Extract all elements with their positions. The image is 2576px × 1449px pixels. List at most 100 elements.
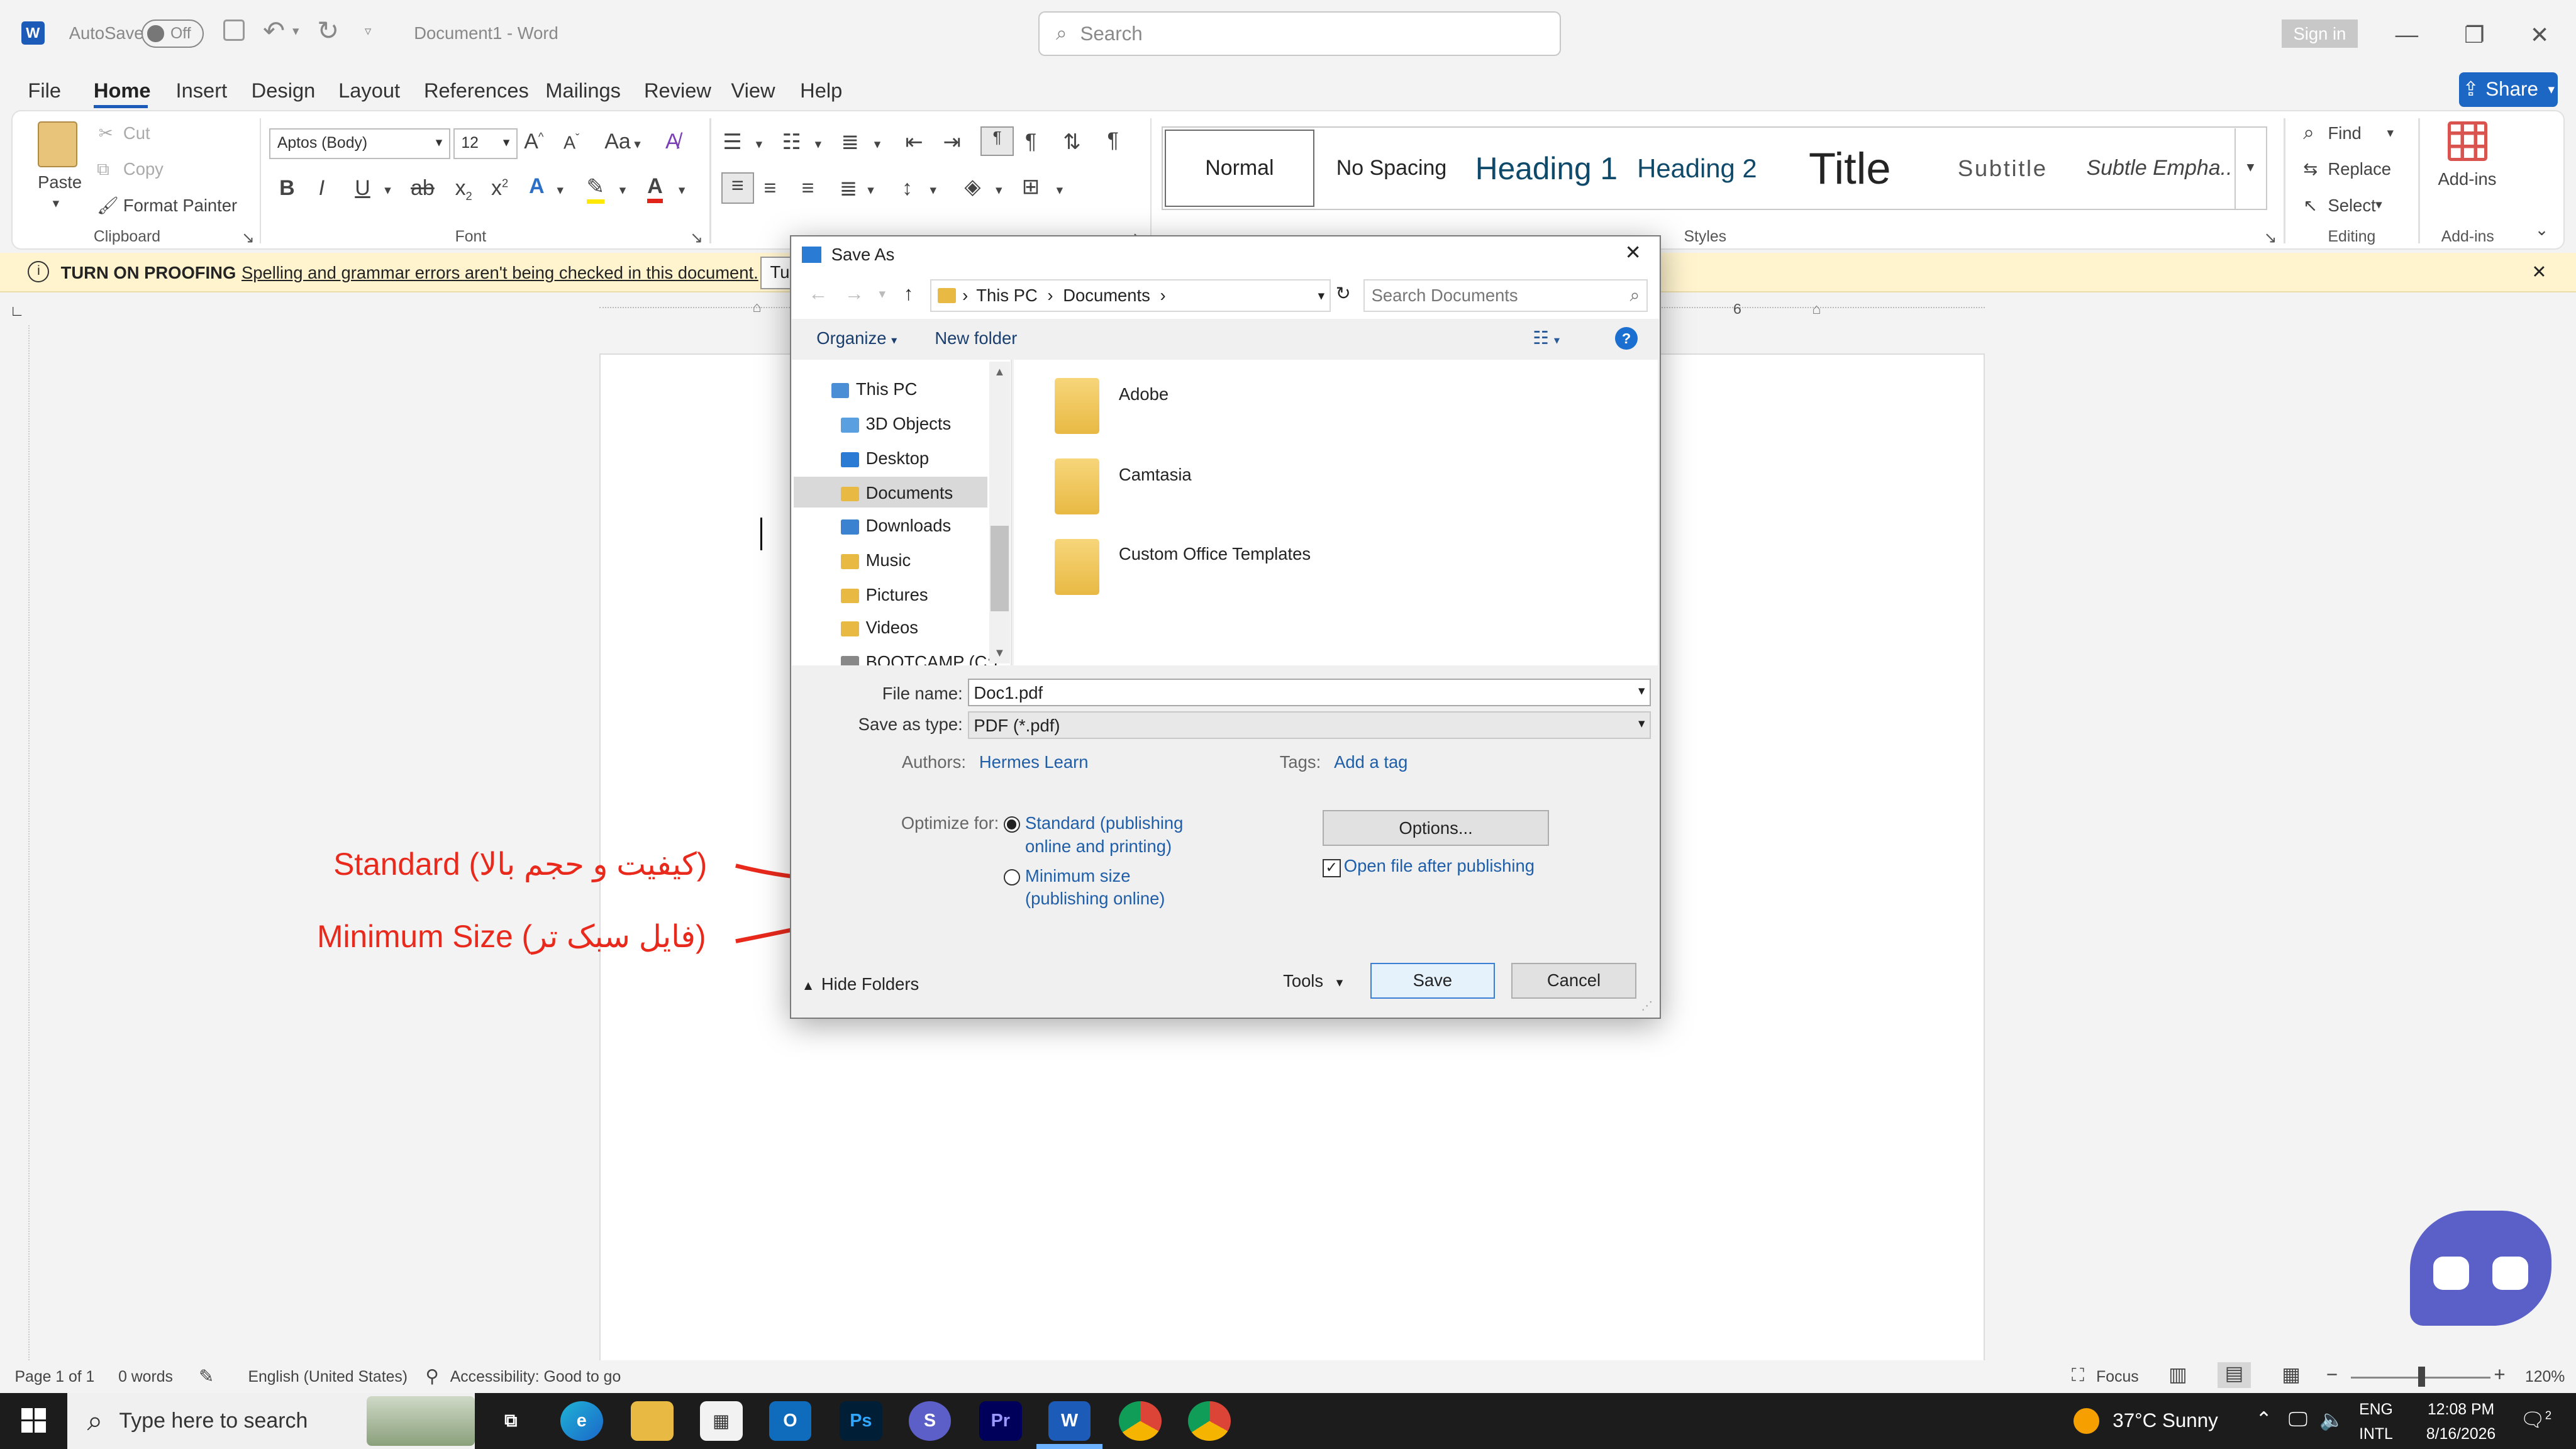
align-left-icon[interactable]: ≡ <box>721 172 754 204</box>
font-color-icon[interactable]: A <box>647 174 663 203</box>
add-ins-button[interactable]: Add-ins <box>2438 169 2497 189</box>
close-icon[interactable]: ✕ <box>2530 21 2550 48</box>
dialog-launcher-icon[interactable]: ↘ <box>242 228 255 247</box>
notification-icon[interactable]: 🗨2 <box>2520 1408 2551 1431</box>
file-item-custom-office-templates[interactable]: Custom Office Templates <box>1119 544 1311 564</box>
chevron-down-icon[interactable]: ▾ <box>557 182 564 198</box>
chevron-down-icon[interactable]: ▾ <box>867 182 874 198</box>
taskbar-search[interactable]: ⌕ Type here to search <box>67 1393 475 1449</box>
superscript-icon[interactable]: x2 <box>491 176 508 201</box>
collapse-ribbon-icon[interactable]: ⌄ <box>2535 220 2549 240</box>
tools-button[interactable]: Tools ▾ <box>1283 971 1343 991</box>
save-icon[interactable] <box>223 19 245 42</box>
photoshop-icon[interactable]: Ps <box>839 1401 882 1441</box>
redo-icon[interactable]: ↻ <box>317 15 339 46</box>
format-painter-icon[interactable]: 🖌 <box>97 196 119 216</box>
undo-dropdown-icon[interactable]: ▾ <box>292 23 299 39</box>
align-center-icon[interactable]: ≡ <box>764 176 777 201</box>
word-taskbar-icon[interactable]: W <box>1048 1401 1091 1441</box>
cut-button[interactable]: Cut <box>123 123 150 143</box>
replace-button[interactable]: Replace <box>2328 159 2391 179</box>
select-icon[interactable]: ↖ <box>2303 196 2318 216</box>
chevron-down-icon[interactable]: ▾ <box>1057 182 1063 198</box>
outlook-icon[interactable]: O <box>769 1401 812 1441</box>
open-after-checkbox[interactable]: ✓ <box>1322 859 1341 877</box>
chrome-icon[interactable] <box>1118 1401 1162 1441</box>
premiere-icon[interactable]: Pr <box>979 1401 1022 1441</box>
chevron-down-icon[interactable]: ▾ <box>634 136 640 152</box>
proofing-message-link[interactable]: Spelling and grammar errors aren't being… <box>242 263 758 283</box>
italic-icon[interactable]: I <box>319 176 325 201</box>
ruler-right-indent-marker[interactable]: ⌂ <box>1812 301 1821 318</box>
store-icon[interactable]: ▦ <box>699 1401 743 1441</box>
chevron-down-icon[interactable]: ▾ <box>930 182 936 198</box>
strikethrough-icon[interactable]: ab <box>411 176 435 201</box>
focus-button[interactable]: Focus <box>2096 1368 2139 1386</box>
open-after-label[interactable]: Open file after publishing <box>1344 856 1535 876</box>
tree-item-3d-objects[interactable]: 3D Objects <box>841 414 951 434</box>
autosave-toggle[interactable]: Off <box>141 19 204 48</box>
undo-icon[interactable]: ↶ <box>263 15 285 46</box>
borders-icon[interactable]: ⊞ <box>1022 174 1040 199</box>
style-no-spacing[interactable]: No Spacing <box>1318 130 1465 207</box>
refresh-icon[interactable]: ↻ <box>1336 282 1351 304</box>
tree-item-bootcamp[interactable]: BOOTCAMP (C:) <box>841 652 997 665</box>
cancel-button[interactable]: Cancel <box>1511 962 1636 999</box>
chevron-down-icon[interactable]: ▾ <box>815 136 821 152</box>
web-layout-icon[interactable]: ▦ <box>2282 1363 2301 1386</box>
scroll-up-icon[interactable]: ▲ <box>994 365 1005 379</box>
breadcrumb-documents[interactable]: Documents <box>1063 286 1150 306</box>
change-case-button[interactable]: Aa <box>604 130 631 154</box>
scroll-down-icon[interactable]: ▼ <box>994 646 1005 660</box>
text-effects-icon[interactable]: A <box>529 174 545 199</box>
align-right-icon[interactable]: ≡ <box>802 176 814 201</box>
replace-icon[interactable]: ⇆ <box>2303 159 2318 179</box>
language-line1[interactable]: ENG <box>2359 1401 2393 1419</box>
organize-button[interactable]: Organize ▾ <box>816 328 897 348</box>
dialog-close-icon[interactable]: ✕ <box>1624 242 1641 264</box>
app-s-icon[interactable]: S <box>908 1401 952 1441</box>
chevron-down-icon[interactable]: ▾ <box>384 182 391 198</box>
copy-icon[interactable]: ⧉ <box>97 159 109 180</box>
word-count[interactable]: 0 words <box>118 1368 173 1386</box>
breadcrumb-this-pc[interactable]: This PC <box>976 286 1037 306</box>
task-view-icon[interactable]: ⧉ <box>489 1401 532 1441</box>
tree-item-this-pc[interactable]: This PC <box>831 379 917 399</box>
print-layout-icon[interactable]: ▤ <box>2218 1362 2251 1389</box>
tab-layout[interactable]: Layout <box>338 79 400 103</box>
clock-time[interactable]: 12:08 PM <box>2418 1401 2504 1419</box>
chrome-profile-icon[interactable] <box>1187 1401 1231 1441</box>
file-explorer-icon[interactable] <box>631 1401 674 1441</box>
chevron-down-icon[interactable]: ▾ <box>1318 288 1324 304</box>
select-button[interactable]: Select <box>2328 196 2375 216</box>
view-options-icon[interactable]: ☷ ▾ <box>1533 327 1560 349</box>
find-icon[interactable]: ⌕ <box>2303 121 2314 145</box>
radio-minimum[interactable] <box>1004 869 1021 886</box>
style-heading-2[interactable]: Heading 2 <box>1623 130 1771 207</box>
option-minimum-line1[interactable]: Minimum size <box>1025 866 1131 886</box>
tab-design[interactable]: Design <box>252 79 316 103</box>
weather-text[interactable]: 37°C Sunny <box>2112 1409 2218 1432</box>
tab-review[interactable]: Review <box>644 79 711 103</box>
accessibility-status[interactable]: Accessibility: Good to go <box>450 1368 621 1386</box>
customize-qat-icon[interactable]: ▿ <box>365 23 371 39</box>
chatbot-icon[interactable] <box>2410 1211 2551 1326</box>
tree-scrollbar[interactable] <box>989 361 1011 664</box>
minimize-icon[interactable]: — <box>2396 21 2419 48</box>
select-dropdown-icon[interactable]: ▾ <box>2375 197 2382 213</box>
option-minimum-line2[interactable]: (publishing online) <box>1025 889 1165 909</box>
numbering-icon[interactable]: ☷ <box>782 130 801 155</box>
grow-font-icon[interactable]: A^ <box>524 130 543 154</box>
save-button[interactable]: Save <box>1370 962 1496 999</box>
read-mode-icon[interactable]: ▥ <box>2168 1363 2187 1386</box>
authors-value[interactable]: Hermes Learn <box>979 752 1089 772</box>
tree-item-videos[interactable]: Videos <box>841 618 918 638</box>
tab-mailings[interactable]: Mailings <box>545 79 621 103</box>
style-normal[interactable]: Normal <box>1165 130 1314 208</box>
page-count[interactable]: Page 1 of 1 <box>15 1368 95 1386</box>
share-button[interactable]: ⇪ Share ▾ <box>2459 72 2558 107</box>
zoom-in-icon[interactable]: + <box>2494 1363 2505 1386</box>
zoom-level[interactable]: 120% <box>2525 1368 2565 1386</box>
options-button[interactable]: Options... <box>1322 809 1550 847</box>
show-marks-icon[interactable]: ¶ <box>1108 128 1119 153</box>
